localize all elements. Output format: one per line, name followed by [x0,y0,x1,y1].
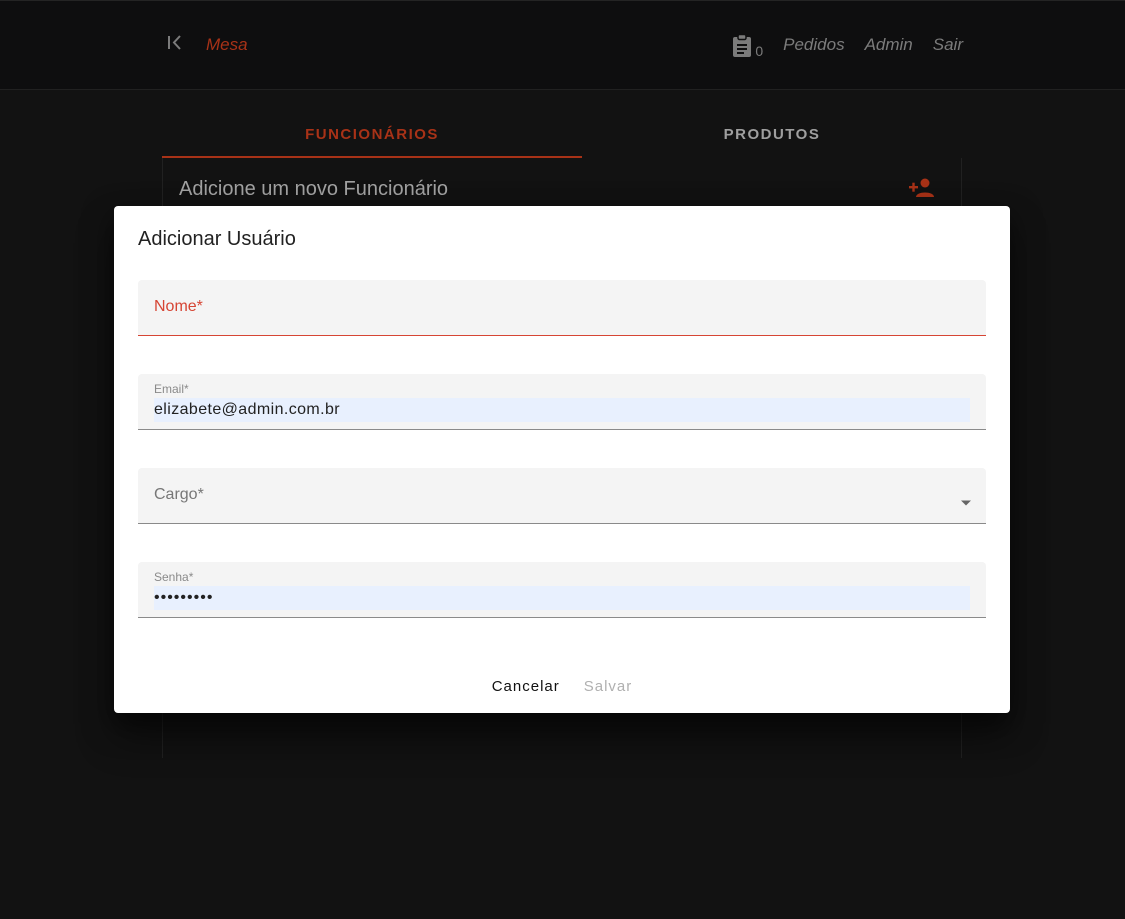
password-field-label: Senha* [154,570,194,584]
add-user-dialog: Adicionar Usuário Nome* Email* Cargo* Se… [114,206,1010,713]
cancel-button[interactable]: Cancelar [492,678,560,695]
role-field-label: Cargo* [154,486,204,503]
dropdown-arrow-icon [960,493,972,511]
role-select[interactable]: Cargo* [138,468,986,524]
dialog-actions: Cancelar Salvar [114,678,1010,695]
save-button[interactable]: Salvar [584,678,633,695]
name-field-label: Nome* [154,298,203,315]
name-field[interactable]: Nome* [138,280,986,336]
email-field[interactable]: Email* [138,374,986,430]
dialog-title: Adicionar Usuário [138,228,296,250]
password-input[interactable] [154,586,970,610]
password-field[interactable]: Senha* [138,562,986,618]
email-field-label: Email* [154,382,189,396]
email-input[interactable] [154,398,970,422]
